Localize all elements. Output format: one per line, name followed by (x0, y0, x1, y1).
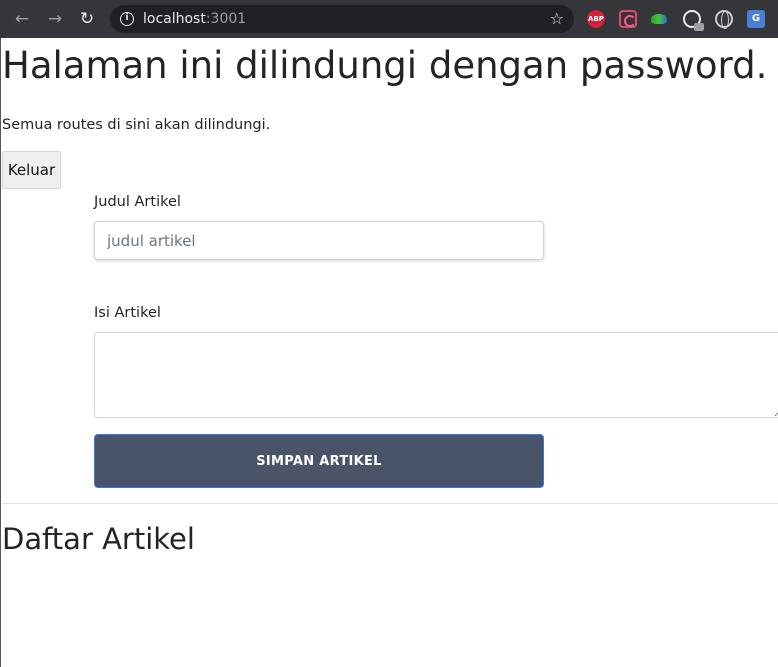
article-list-heading: Daftar Artikel (2, 522, 195, 556)
speed-gauge-extension-icon[interactable] (683, 10, 704, 31)
url-text: localhost:3001 (143, 10, 246, 28)
page-title: Halaman ini dilindungi dengan password. (2, 44, 768, 87)
globe-extension-icon[interactable] (715, 10, 733, 29)
google-translate-extension-icon[interactable]: G (747, 10, 765, 28)
bookmark-star-icon[interactable]: ☆ (550, 9, 564, 29)
adblock-plus-extension-icon[interactable]: ABP (587, 10, 605, 28)
address-bar[interactable]: i localhost:3001 ☆ (110, 5, 574, 33)
logout-button[interactable]: Keluar (2, 151, 61, 189)
article-content-textarea[interactable] (94, 332, 778, 418)
forward-arrow-icon[interactable]: → (44, 8, 66, 30)
c-extension-icon[interactable] (619, 10, 637, 28)
url-port: :3001 (205, 11, 247, 27)
browser-toolbar: ← → ↻ i localhost:3001 ☆ ABP G (0, 0, 778, 38)
download-manager-extension-icon[interactable] (650, 10, 668, 28)
back-arrow-icon[interactable]: ← (11, 8, 33, 30)
article-title-label: Judul Artikel (94, 194, 181, 210)
divider (2, 503, 778, 504)
save-article-button[interactable]: SIMPAN ARTIKEL (94, 434, 544, 488)
article-title-input[interactable] (94, 221, 544, 260)
info-icon[interactable]: i (120, 12, 134, 26)
article-content-label: Isi Artikel (94, 305, 161, 321)
url-host: localhost (143, 11, 206, 27)
page-content: Halaman ini dilindungi dengan password. … (0, 38, 778, 667)
page-subtitle: Semua routes di sini akan dilindungi. (2, 117, 271, 133)
reload-icon[interactable]: ↻ (76, 8, 98, 30)
